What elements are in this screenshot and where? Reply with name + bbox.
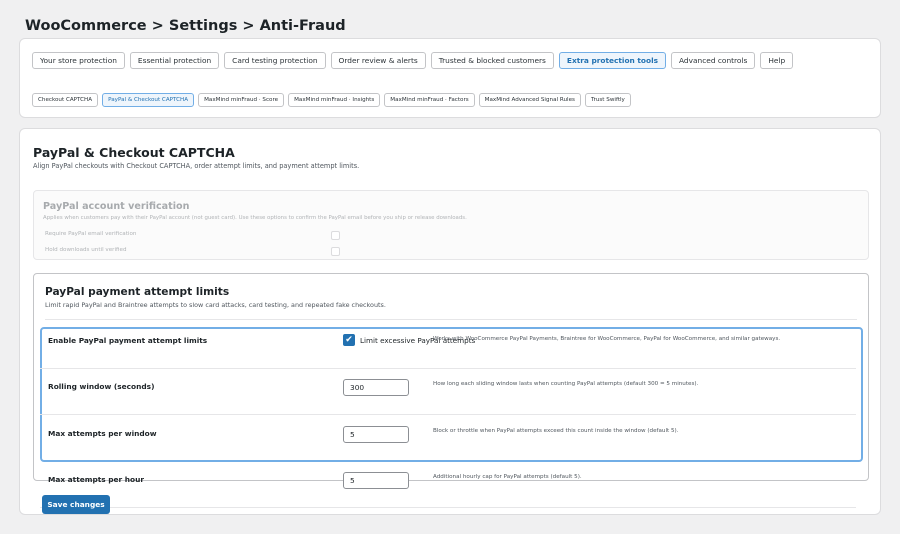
page-title: WooCommerce > Settings > Anti-Fraud [25, 18, 346, 34]
tab-extra-protection-tools[interactable]: Extra protection tools [558, 52, 666, 69]
section-description: Align PayPal checkouts with Checkout CAP… [33, 162, 360, 170]
paypal-verification-panel: PayPal account verification Applies when… [33, 190, 869, 260]
row-divider [40, 368, 856, 369]
row-divider [40, 507, 856, 508]
subtab-maxmind-insights[interactable]: MaxMind minFraud · Insights [288, 93, 381, 107]
limits-title: PayPal payment attempt limits [45, 286, 230, 298]
section-title: PayPal & Checkout CAPTCHA [33, 145, 235, 160]
sub-tabs: Checkout CAPTCHA PayPal & Checkout CAPTC… [32, 93, 631, 107]
tab-help[interactable]: Help [760, 52, 794, 69]
max-per-hour-help: Additional hourly cap for PayPal attempt… [433, 474, 582, 480]
subtab-maxmind-factors[interactable]: MaxMind minFraud · Factors [384, 93, 475, 107]
row-divider [40, 414, 856, 415]
settings-content-card: PayPal & Checkout CAPTCHA Align PayPal c… [19, 128, 881, 515]
limits-description: Limit rapid PayPal and Braintree attempt… [45, 301, 386, 309]
rolling-window-help: How long each sliding window lasts when … [433, 381, 699, 387]
tab-essential-protection[interactable]: Essential protection [129, 52, 220, 69]
max-per-window-label: Max attempts per window [48, 429, 157, 438]
hold-downloads-checkbox[interactable] [331, 247, 340, 256]
checkmark-icon: ✔ [345, 335, 353, 345]
limits-divider [45, 319, 857, 320]
tab-your-store-protection[interactable]: Your store protection [32, 52, 125, 69]
tab-card-testing-protection[interactable]: Card testing protection [224, 52, 326, 69]
verification-description: Applies when customers pay with their Pa… [43, 215, 467, 221]
save-changes-button[interactable]: Save changes [42, 495, 110, 514]
enable-limits-label: Enable PayPal payment attempt limits [48, 336, 208, 345]
enable-limits-help: Works with WooCommerce PayPal Payments, … [433, 336, 781, 342]
subtab-paypal-checkout-captcha[interactable]: PayPal & Checkout CAPTCHA [102, 93, 195, 107]
require-verification-checkbox[interactable] [331, 231, 340, 240]
max-per-hour-label: Max attempts per hour [48, 475, 145, 484]
subtab-maxmind-advanced-rules[interactable]: MaxMind Advanced Signal Rules [478, 93, 581, 107]
subtab-checkout-captcha[interactable]: Checkout CAPTCHA [32, 93, 99, 107]
tab-order-review-alerts[interactable]: Order review & alerts [330, 52, 426, 69]
max-per-window-input[interactable]: 5 [343, 426, 409, 443]
tab-trusted-blocked-customers[interactable]: Trusted & blocked customers [430, 52, 554, 69]
paypal-attempt-limits-panel: PayPal payment attempt limits Limit rapi… [33, 273, 869, 481]
enable-limits-checkbox[interactable]: ✔ [343, 334, 355, 346]
settings-nav-card: Your store protection Essential protecti… [19, 38, 881, 118]
tab-advanced-controls[interactable]: Advanced controls [671, 52, 756, 69]
subtab-trust-swiftly[interactable]: Trust Swiftly [584, 93, 631, 107]
highlighted-settings-group [40, 327, 863, 462]
main-tabs: Your store protection Essential protecti… [32, 52, 794, 69]
subtab-maxmind-score[interactable]: MaxMind minFraud · Score [198, 93, 285, 107]
max-per-window-help: Block or throttle when PayPal attempts e… [433, 428, 679, 434]
require-verification-label: Require PayPal email verification [45, 231, 137, 237]
verification-title: PayPal account verification [43, 201, 190, 212]
max-per-hour-input[interactable]: 5 [343, 472, 409, 489]
rolling-window-label: Rolling window (seconds) [48, 382, 155, 391]
rolling-window-input[interactable]: 300 [343, 379, 409, 396]
hold-downloads-label: Hold downloads until verified [45, 247, 127, 253]
